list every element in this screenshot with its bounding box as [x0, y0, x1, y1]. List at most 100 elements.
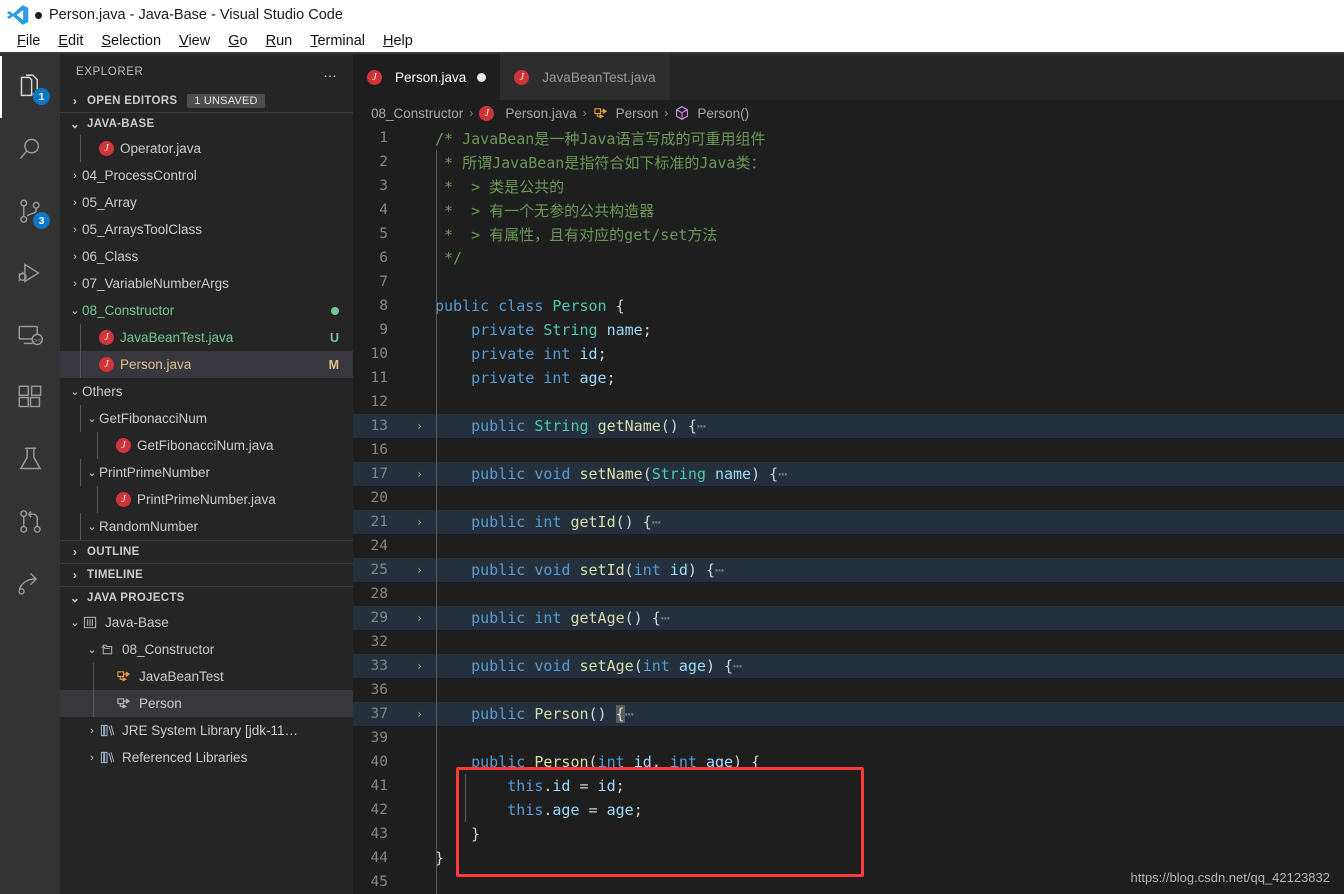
code-line[interactable]: 4 * > 有一个无参的公共构造器	[353, 198, 1344, 222]
code-line[interactable]: 20	[353, 486, 1344, 510]
section-outline[interactable]: › OUTLINE	[60, 540, 353, 563]
file-tree-item[interactable]: ⌄ RandomNumber	[60, 513, 353, 540]
code-line[interactable]: 39	[353, 726, 1344, 750]
menu-item-go[interactable]: Go	[219, 33, 256, 49]
code-line[interactable]: 7	[353, 270, 1344, 294]
code-line[interactable]: 43 }	[353, 822, 1344, 846]
fold-chevron-icon[interactable]: ›	[411, 563, 428, 577]
code-line[interactable]: 40 public Person(int id, int age) {	[353, 750, 1344, 774]
section-java-base[interactable]: ⌄ JAVA-BASE	[60, 112, 353, 135]
indent-guide	[80, 135, 81, 162]
file-tree-item[interactable]: › 04_ProcessControl	[60, 162, 353, 189]
file-tree-item[interactable]: ⌄ 08_Constructor	[60, 297, 353, 324]
file-tree-item[interactable]: J PrintPrimeNumber.java	[60, 486, 353, 513]
file-tree-item[interactable]: J Person.java M	[60, 351, 353, 378]
menu-item-help[interactable]: Help	[374, 33, 422, 49]
menu-item-file[interactable]: File	[8, 33, 49, 49]
line-number: 12	[370, 394, 388, 410]
code-line[interactable]: 24	[353, 534, 1344, 558]
chevron-down-icon: ⌄	[70, 617, 80, 629]
indent-guide	[80, 459, 81, 486]
code-editor[interactable]: 1 /* JavaBean是一种Java语言写成的可重用组件 2 * 所谓JavaB…	[353, 126, 1344, 894]
java-project-item[interactable]: › JRE System Library [jdk-11…	[60, 717, 353, 744]
code-line[interactable]: 6 */	[353, 246, 1344, 270]
code-line[interactable]: 37 › public Person() {⋯	[353, 702, 1344, 726]
java-project-item[interactable]: › Referenced Libraries	[60, 744, 353, 771]
activitybar-extensions-icon[interactable]	[0, 366, 60, 428]
activitybar-pull-request-icon[interactable]	[0, 490, 60, 552]
section-timeline[interactable]: › TIMELINE	[60, 563, 353, 586]
code-line[interactable]: 33 › public void setAge(int age) {⋯	[353, 654, 1344, 678]
fold-chevron-icon[interactable]: ›	[411, 515, 428, 529]
code-line[interactable]: 16	[353, 438, 1344, 462]
file-tree-item[interactable]: › 05_ArraysToolClass	[60, 216, 353, 243]
code-line[interactable]: 44}	[353, 846, 1344, 870]
file-tree-item[interactable]: J Operator.java	[60, 135, 353, 162]
window-title: Person.java - Java-Base - Visual Studio …	[49, 7, 343, 23]
code-line[interactable]: 1 /* JavaBean是一种Java语言写成的可重用组件	[353, 126, 1344, 150]
fold-chevron-icon[interactable]: ›	[411, 611, 428, 625]
code-line[interactable]: 36	[353, 678, 1344, 702]
code-line[interactable]: 41 this.id = id;	[353, 774, 1344, 798]
file-tree-item[interactable]: › 05_Array	[60, 189, 353, 216]
file-tree-item[interactable]: › 07_VariableNumberArgs	[60, 270, 353, 297]
breadcrumb-item[interactable]: J Person.java	[479, 105, 577, 121]
menu-item-terminal[interactable]: Terminal	[301, 33, 374, 49]
method-cube-icon	[674, 105, 690, 121]
fold-chevron-icon[interactable]: ›	[411, 467, 428, 481]
line-number: 40	[370, 754, 388, 770]
java-project-item[interactable]: ⌄ Java-Base	[60, 609, 353, 636]
file-tree-item[interactable]: ⌄ PrintPrimeNumber	[60, 459, 353, 486]
menu-item-view[interactable]: View	[170, 33, 219, 49]
editor-tab[interactable]: J Person.java	[353, 54, 501, 100]
file-tree-item[interactable]: ⌄ GetFibonacciNum	[60, 405, 353, 432]
breadcrumb-item[interactable]: 08_Constructor	[371, 106, 463, 121]
editor-tab[interactable]: J JavaBeanTest.java	[500, 54, 670, 100]
activitybar-testing-flask-icon[interactable]	[0, 428, 60, 490]
fold-chevron-icon[interactable]: ›	[411, 659, 428, 673]
code-line[interactable]: 29 › public int getAge() {⋯	[353, 606, 1344, 630]
code-line[interactable]: 11 private int age;	[353, 366, 1344, 390]
code-line[interactable]: 32	[353, 630, 1344, 654]
menu-item-run[interactable]: Run	[257, 33, 302, 49]
fold-chevron-icon[interactable]: ›	[411, 419, 428, 433]
java-project-item[interactable]: Person	[60, 690, 353, 717]
code-line[interactable]: 25 › public void setId(int id) {⋯	[353, 558, 1344, 582]
activitybar-search-icon[interactable]	[0, 118, 60, 180]
activitybar-source-control-icon[interactable]: 3	[0, 180, 60, 242]
activitybar-run-and-debug-icon[interactable]	[0, 242, 60, 304]
code-line[interactable]: 10 private int id;	[353, 342, 1344, 366]
file-tree-item[interactable]: › 06_Class	[60, 243, 353, 270]
chevron-down-icon: ⌄	[70, 305, 80, 317]
activitybar-explorer-icon[interactable]: 1	[0, 56, 60, 118]
java-project-item[interactable]: JavaBeanTest	[60, 663, 353, 690]
activitybar-live-share-icon[interactable]	[0, 552, 60, 614]
tab-dirty-indicator-icon[interactable]	[477, 72, 487, 82]
fold-chevron-icon[interactable]: ›	[411, 707, 428, 721]
breadcrumb-item[interactable]: Person()	[674, 105, 749, 121]
section-open-editors[interactable]: › OPEN EDITORS 1 UNSAVED	[60, 89, 353, 112]
code-line[interactable]: 9 private String name;	[353, 318, 1344, 342]
section-java-projects[interactable]: ⌄ JAVA PROJECTS	[60, 586, 353, 609]
menu-item-selection[interactable]: Selection	[92, 33, 170, 49]
java-project-item[interactable]: ⌄ 08_Constructor	[60, 636, 353, 663]
breadcrumb-item[interactable]: Person	[593, 106, 658, 121]
code-line[interactable]: 8 public class Person {	[353, 294, 1344, 318]
activitybar-remote-explorer-icon[interactable]: ><	[0, 304, 60, 366]
code-line[interactable]: 2 * 所谓JavaBean是指符合如下标准的Java类：	[353, 150, 1344, 174]
code-line[interactable]: 5 * > 有属性，且有对应的get/set方法	[353, 222, 1344, 246]
file-tree-item[interactable]: ⌄ Others	[60, 378, 353, 405]
code-line[interactable]: 21 › public int getId() {⋯	[353, 510, 1344, 534]
code-line[interactable]: 42 this.age = age;	[353, 798, 1344, 822]
code-line[interactable]: 13 › public String getName() {⋯	[353, 414, 1344, 438]
file-tree-item[interactable]: J GetFibonacciNum.java	[60, 432, 353, 459]
code-line[interactable]: 3 * > 类是公共的	[353, 174, 1344, 198]
menu-item-edit[interactable]: Edit	[49, 33, 92, 49]
code-line[interactable]: 12	[353, 390, 1344, 414]
file-tree-item[interactable]: J JavaBeanTest.java U	[60, 324, 353, 351]
more-actions-icon[interactable]: …	[323, 64, 339, 80]
code-line[interactable]: 28	[353, 582, 1344, 606]
file-tree-item-label: PrintPrimeNumber.java	[137, 492, 276, 507]
breadcrumb-item-label: 08_Constructor	[371, 105, 464, 121]
code-line[interactable]: 17 › public void setName(String name) {⋯	[353, 462, 1344, 486]
